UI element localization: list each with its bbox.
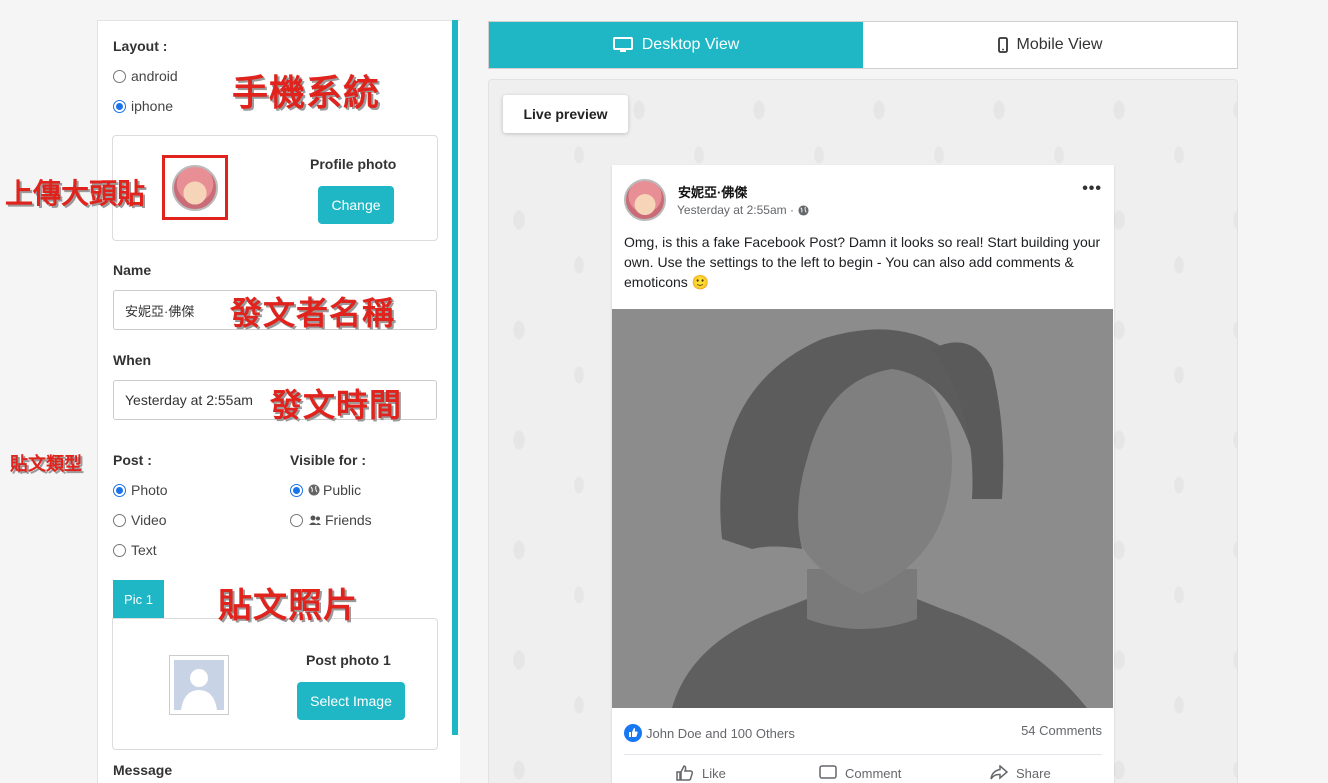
post-time-text: Yesterday at 2:55am · [677,203,794,217]
select-image-button[interactable]: Select Image [297,682,405,720]
comment-icon [819,765,837,779]
placeholder-person-icon [174,660,224,710]
post-reactions[interactable]: John Doe and 100 Others [624,724,795,742]
silhouette-placeholder-image [612,309,1113,708]
globe-icon [308,484,320,496]
post-image [612,309,1113,708]
view-tabs: Desktop View Mobile View [488,21,1238,69]
action-label: Share [1016,765,1051,781]
annotation-post-photo: 貼文照片 [218,586,358,626]
live-preview-button[interactable]: Live preview [503,95,628,133]
annotation-poster-name: 發文者名稱 [230,294,396,332]
profile-photo-label: Profile photo [310,156,397,172]
radio-circle[interactable] [113,513,126,527]
post-photo-radio[interactable]: Photo [113,482,168,498]
comment-button[interactable]: Comment [819,765,901,781]
avatar-highlight-box [162,155,228,220]
visible-friends-radio[interactable]: Friends [290,512,372,528]
layout-android-radio[interactable]: android [113,68,178,84]
radio-label: iphone [131,98,174,114]
action-label: Comment [845,765,902,781]
radio-label: android [131,68,178,84]
like-button[interactable]: Like [676,765,726,781]
radio-label: Text [131,542,157,558]
annotation-post-time: 發文時間 [270,386,403,424]
radio-circle[interactable] [113,543,126,557]
post-timestamp: Yesterday at 2:55am · [677,203,809,217]
post-body-text: Omg, is this a fake Facebook Post? Damn … [624,234,1101,290]
post-photo-label: Post photo 1 [306,652,391,668]
message-label: Message [113,762,173,778]
radio-label: Public [323,482,362,498]
post-more-options-icon[interactable]: ••• [1082,180,1102,198]
monitor-icon [612,37,633,52]
action-label: Like [702,765,726,781]
annotation-upload-avatar: 上傳大頭貼 [5,177,146,210]
radio-circle[interactable] [113,483,126,497]
radio-circle[interactable] [113,69,126,83]
radio-label: Video [131,512,167,528]
radio-circle[interactable] [113,99,126,113]
layout-iphone-radio[interactable]: iphone [113,98,173,114]
post-author-avatar [624,179,666,221]
panel-accent-bar [452,20,458,735]
comment-count[interactable]: 54 Comments [1021,723,1102,738]
annotation-post-type: 貼文類型 [10,454,82,475]
tab-label: Mobile View [1016,36,1103,53]
tab-mobile-view[interactable]: Mobile View [863,22,1237,68]
reactions-text: John Doe and 100 Others [646,725,795,741]
pic-1-tab[interactable]: Pic 1 [113,580,164,619]
post-photo-thumbnail [169,655,229,715]
post-divider [624,754,1102,755]
annotation-phone-system: 手機系統 [232,73,381,114]
post-text-radio[interactable]: Text [113,542,157,558]
when-label: When [113,352,152,368]
globe-icon [798,204,809,216]
radio-circle[interactable] [290,513,303,527]
post-type-label: Post : [113,452,152,468]
share-icon [990,765,1008,780]
share-button[interactable]: Share [990,765,1051,781]
change-photo-button[interactable]: Change [318,186,394,224]
tab-label: Desktop View [641,36,740,53]
tab-desktop-view[interactable]: Desktop View [489,22,863,68]
like-reaction-icon [624,724,642,742]
name-label: Name [113,262,152,278]
radio-label: Friends [325,512,372,528]
visible-public-radio[interactable]: Public [290,482,361,498]
radio-circle[interactable] [290,483,303,497]
thumbs-up-icon [676,765,694,781]
phone-icon [997,37,1008,53]
visible-for-label: Visible for : [290,452,366,468]
radio-label: Photo [131,482,168,498]
post-author-name: 安妮亞·佛傑 [678,185,748,200]
post-video-radio[interactable]: Video [113,512,167,528]
friends-icon [309,515,321,525]
layout-label: Layout : [113,38,168,54]
facebook-post: 安妮亞·佛傑 Yesterday at 2:55am · ••• Omg, is… [612,165,1114,783]
